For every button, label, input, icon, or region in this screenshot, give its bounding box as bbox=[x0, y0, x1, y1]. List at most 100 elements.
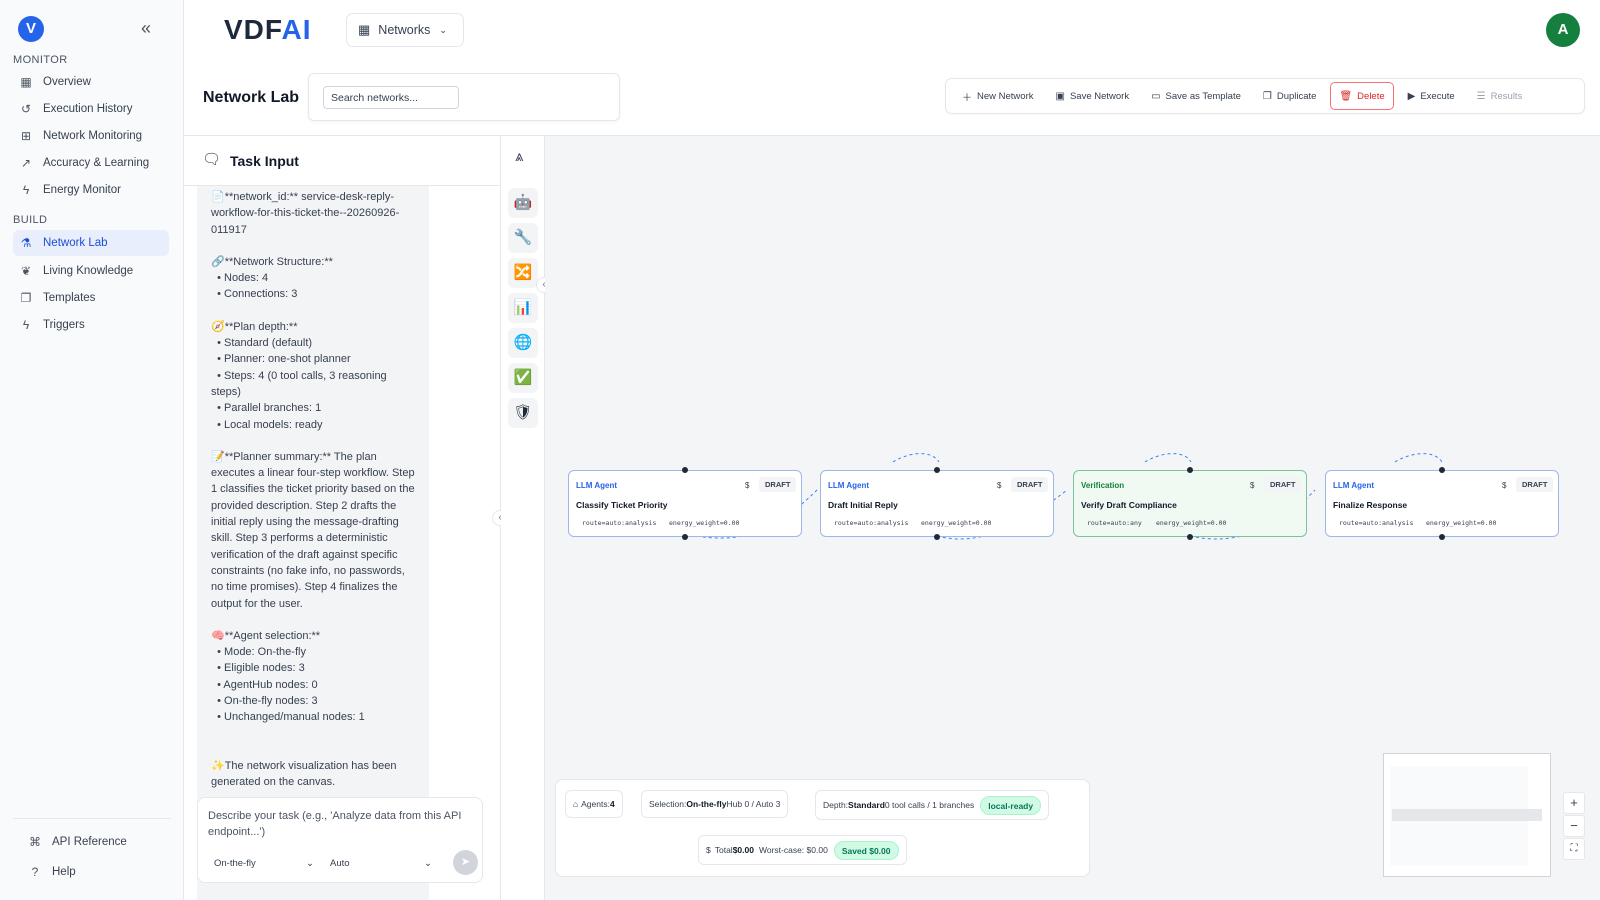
node-draft-initial-reply[interactable]: LLM Agent $ DRAFT Draft Initial Reply ro… bbox=[820, 467, 1054, 540]
sidebar-divider bbox=[13, 818, 171, 819]
sidebar-item-network-monitoring[interactable]: ⊞ Network Monitoring bbox=[13, 123, 169, 149]
history-icon: ↺ bbox=[20, 102, 32, 116]
search-panel bbox=[308, 73, 620, 121]
node-classify-ticket-priority[interactable]: LLM Agent $ DRAFT Classify Ticket Priori… bbox=[568, 467, 802, 540]
message-icon: 🗨 bbox=[202, 151, 222, 168]
message-plan-depth: 🧭**Plan depth:** • Standard (default) • … bbox=[211, 320, 387, 431]
new-network-button[interactable]: ＋ New Network bbox=[954, 82, 1042, 110]
sidebar-item-triggers[interactable]: ϟ Triggers bbox=[13, 312, 169, 338]
node-verify-draft-compliance[interactable]: Verification $ DRAFT Verify Draft Compli… bbox=[1073, 467, 1307, 540]
save-template-button[interactable]: ▭ Save as Template bbox=[1143, 82, 1249, 110]
duplicate-label: Duplicate bbox=[1276, 90, 1317, 102]
networks-dropdown-label: Networks bbox=[378, 23, 431, 37]
send-button[interactable]: ➤ bbox=[453, 850, 478, 875]
zoom-in-button[interactable]: + bbox=[1563, 792, 1585, 814]
node-output-handle[interactable] bbox=[1187, 534, 1193, 540]
minimap[interactable] bbox=[1383, 753, 1551, 877]
sidebar-item-energy-monitor[interactable]: ϟ Energy Monitor bbox=[13, 177, 169, 203]
sidebar-item-api-reference[interactable]: ⌘ API Reference bbox=[22, 829, 178, 855]
robot-icon[interactable]: 🤖 bbox=[508, 188, 538, 218]
shield-icon[interactable]: 🛡 bbox=[508, 398, 538, 428]
node-kind: LLM Agent bbox=[1333, 481, 1375, 490]
copy-icon: ❐ bbox=[1262, 90, 1272, 102]
robot-icon: ⌂ bbox=[573, 799, 579, 809]
sidebar-item-label: Templates bbox=[43, 292, 96, 304]
agents-chip: ⌂ Agents: 4 bbox=[565, 790, 623, 818]
sidebar-item-label: Accuracy & Learning bbox=[43, 157, 150, 169]
message-network-id: 📄**network_id:** service-desk-reply-work… bbox=[211, 191, 400, 236]
sidebar-item-accuracy-learning[interactable]: ↗ Accuracy & Learning bbox=[13, 150, 169, 176]
sidebar-item-help[interactable]: ? Help bbox=[22, 859, 178, 885]
node-title: Verify Draft Compliance bbox=[1081, 500, 1177, 510]
execute-label: Execute bbox=[1420, 90, 1455, 102]
total-label: Total bbox=[714, 845, 733, 855]
zoom-out-button[interactable]: − bbox=[1563, 815, 1585, 837]
sidebar-item-overview[interactable]: ▦ Overview bbox=[13, 69, 169, 95]
message-visualization: ✨The network visualization has been gene… bbox=[211, 759, 400, 788]
results-button[interactable]: ☰ Results bbox=[1469, 82, 1531, 110]
search-input[interactable] bbox=[323, 86, 459, 109]
node-energy: energy_weight=0.00 bbox=[1426, 519, 1497, 527]
network-canvas[interactable]: LLM Agent $ DRAFT Classify Ticket Priori… bbox=[545, 136, 1600, 900]
sidebar-item-label: API Reference bbox=[52, 836, 127, 848]
sidebar-item-templates[interactable]: ❐ Templates bbox=[13, 285, 169, 311]
avatar[interactable]: A bbox=[1546, 13, 1580, 47]
collapse-sidebar-icon[interactable]: « bbox=[136, 18, 156, 38]
node-output-handle[interactable] bbox=[682, 534, 688, 540]
edge-in-2 bbox=[892, 453, 940, 463]
depth-value: Standard bbox=[848, 800, 885, 810]
node-output-handle[interactable] bbox=[1439, 534, 1445, 540]
node-finalize-response[interactable]: LLM Agent $ DRAFT Finalize Response rout… bbox=[1325, 467, 1559, 540]
globe-icon[interactable]: 🌐 bbox=[508, 328, 538, 358]
save-network-button[interactable]: ▣ Save Network bbox=[1048, 82, 1138, 110]
networks-dropdown[interactable]: ▦ Networks ⌄ bbox=[346, 13, 464, 47]
node-route: route=auto:analysis bbox=[834, 519, 909, 527]
sidebar-item-label: Living Knowledge bbox=[43, 265, 134, 277]
brand-ai: AI bbox=[281, 14, 312, 45]
task-composer: On-the-fly ⌄ Auto ⌄ ➤ bbox=[197, 797, 483, 883]
message-network-structure: 🔗**Network Structure:** • Nodes: 4 • Con… bbox=[211, 255, 333, 301]
chevron-down-icon: ⌄ bbox=[439, 24, 447, 35]
send-icon: ➤ bbox=[460, 856, 471, 868]
sidebar-item-living-knowledge[interactable]: ❦ Living Knowledge bbox=[13, 258, 169, 284]
status-badge: DRAFT bbox=[759, 477, 797, 492]
sidebar-item-label: Energy Monitor bbox=[43, 184, 121, 196]
bar-chart-icon[interactable]: 📊 bbox=[508, 293, 538, 323]
trash-icon: 🗑 bbox=[1339, 90, 1353, 102]
delete-label: Delete bbox=[1357, 90, 1385, 102]
assistant-message: 📄**network_id:** service-desk-reply-work… bbox=[197, 186, 429, 900]
hierarchy-icon[interactable]: ⩓ bbox=[515, 148, 523, 165]
shuffle-icon[interactable]: 🔀 bbox=[508, 258, 538, 288]
app-logo[interactable]: V bbox=[18, 16, 44, 42]
model-select[interactable]: Auto ⌄ bbox=[330, 854, 432, 872]
execute-button[interactable]: ▶ Execute bbox=[1400, 82, 1463, 110]
mode-select-value: On-the-fly bbox=[214, 857, 256, 869]
node-cost-icon: $ bbox=[1250, 481, 1255, 490]
model-select-value: Auto bbox=[330, 857, 350, 869]
duplicate-button[interactable]: ❐ Duplicate bbox=[1255, 82, 1325, 110]
node-input-handle[interactable] bbox=[1187, 467, 1193, 473]
cost-chip: $ Total $0.00 Worst-case: $0.00 Saved $0.… bbox=[698, 835, 907, 865]
node-energy: energy_weight=0.00 bbox=[1156, 519, 1227, 527]
check-box-icon[interactable]: ✅ bbox=[508, 363, 538, 393]
fit-view-button[interactable]: ⛶ bbox=[1563, 838, 1585, 860]
node-input-handle[interactable] bbox=[682, 467, 688, 473]
wrench-icon[interactable]: 🔧 bbox=[508, 223, 538, 253]
node-input-handle[interactable] bbox=[1439, 467, 1445, 473]
network-stats-panel: ⌂ Agents: 4 Selection: On-the-fly Hub 0 / A… bbox=[555, 779, 1090, 877]
code-icon: ⌘ bbox=[29, 835, 41, 849]
node-cost-icon: $ bbox=[997, 481, 1002, 490]
node-output-handle[interactable] bbox=[934, 534, 940, 540]
mode-select[interactable]: On-the-fly ⌄ bbox=[214, 854, 314, 872]
task-input[interactable] bbox=[208, 808, 476, 840]
grid-icon: ▦ bbox=[20, 75, 32, 89]
sidebar-item-execution-history[interactable]: ↺ Execution History bbox=[13, 96, 169, 122]
delete-button[interactable]: 🗑 Delete bbox=[1330, 82, 1394, 110]
grid-icon: ▦ bbox=[358, 22, 371, 37]
brand-logo[interactable]: VDFAI bbox=[224, 14, 311, 46]
local-ready-badge: local-ready bbox=[980, 795, 1042, 815]
node-input-handle[interactable] bbox=[934, 467, 940, 473]
sidebar-item-label: Execution History bbox=[43, 103, 133, 115]
sidebar-item-network-lab[interactable]: ⚗ Network Lab bbox=[13, 230, 169, 256]
selection-hub: Hub 0 / Auto 3 bbox=[726, 799, 781, 809]
